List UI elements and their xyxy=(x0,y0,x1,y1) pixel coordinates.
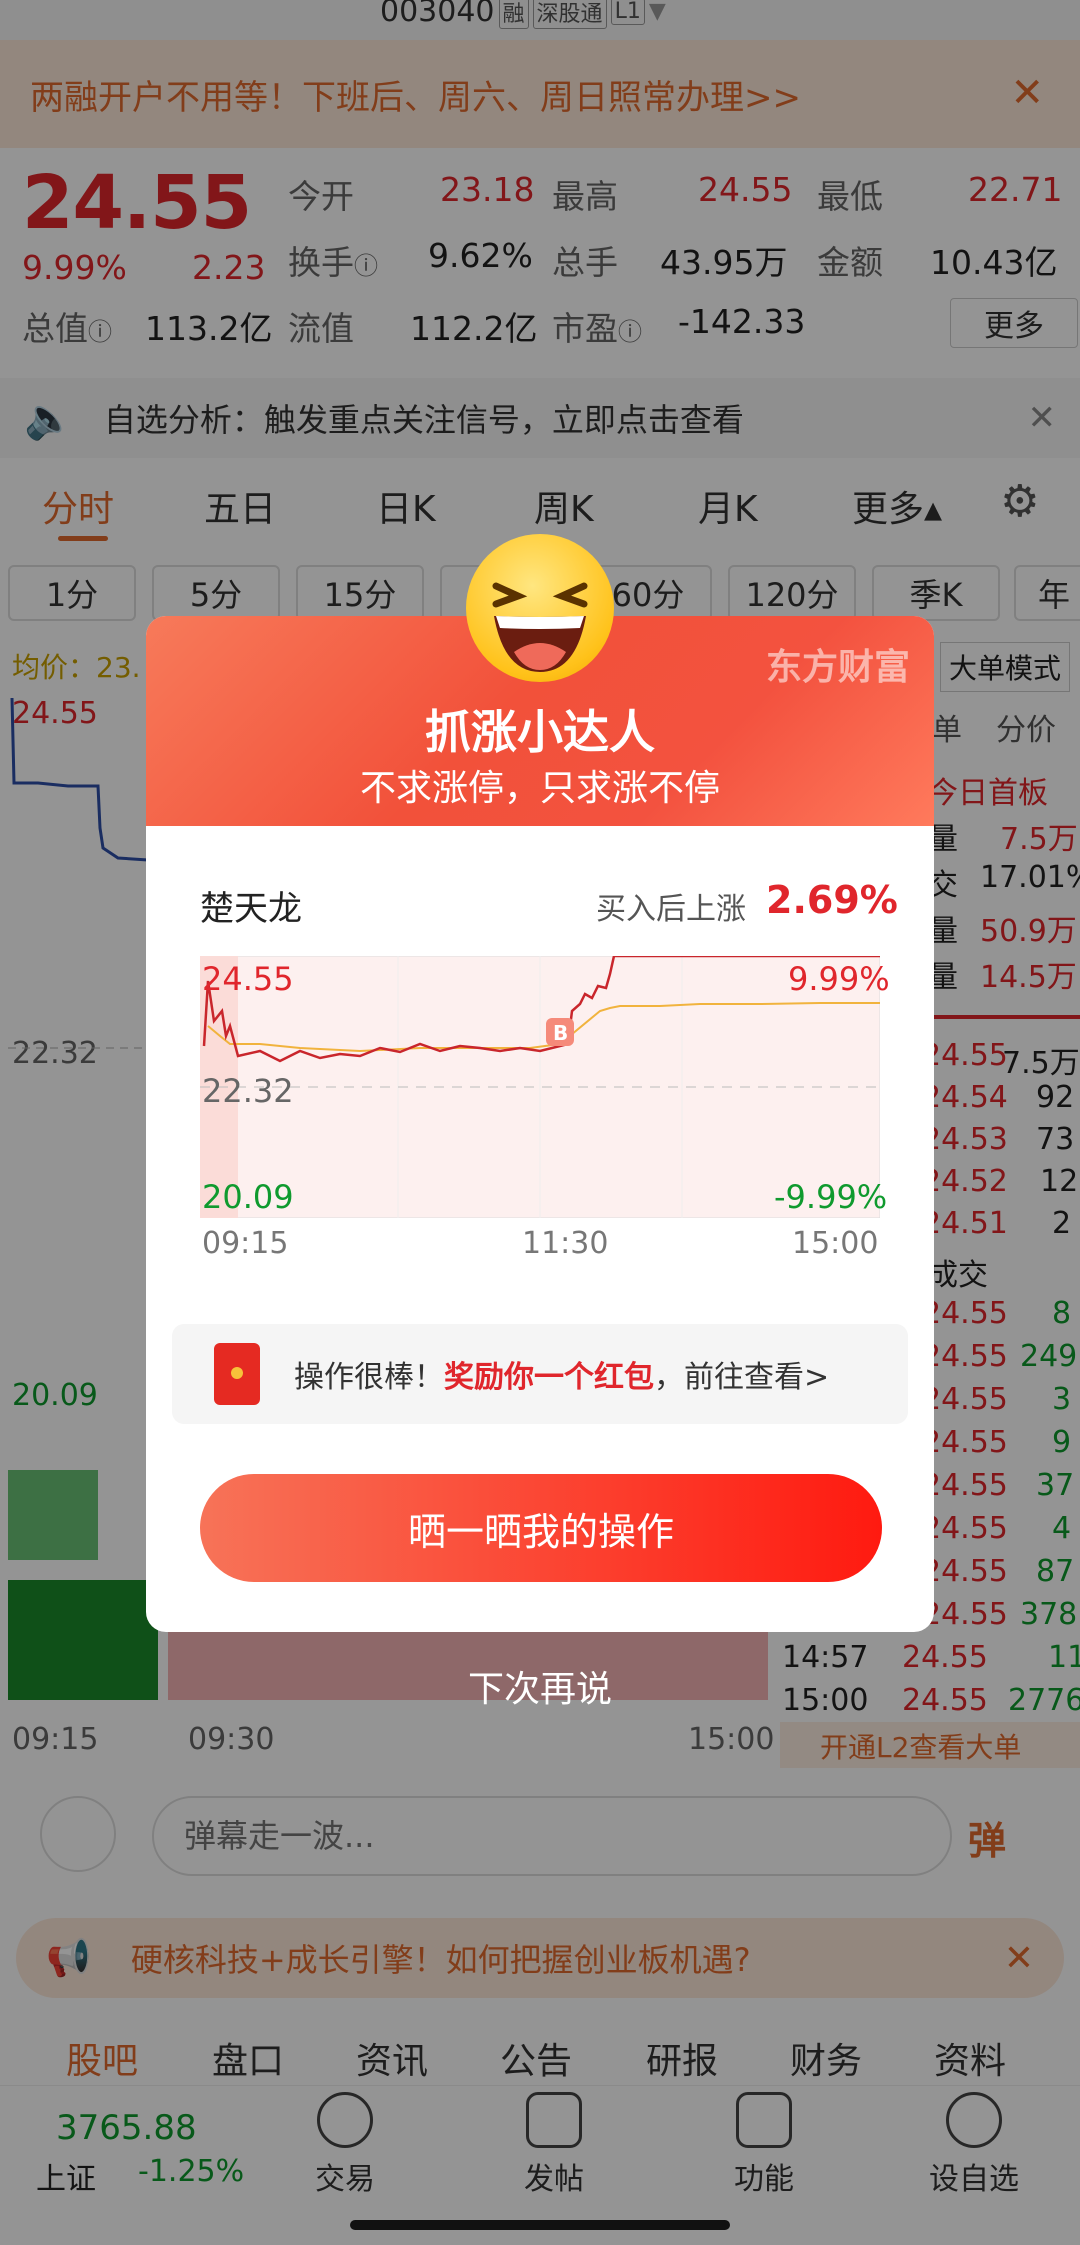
red-envelope-icon xyxy=(214,1343,260,1405)
mini-pct-bot: -9.99% xyxy=(774,1178,888,1216)
dismiss-link[interactable]: 下次再说 xyxy=(0,1660,1080,1712)
reward-suffix: ，前往查看> xyxy=(654,1360,830,1395)
mini-pct-top: 9.99% xyxy=(788,960,890,998)
laughing-emoji-icon xyxy=(466,534,614,682)
home-indicator xyxy=(350,2220,730,2230)
reward-highlight: 奖励你一个红包 xyxy=(444,1360,654,1395)
gain-value: 2.69% xyxy=(766,878,898,922)
mini-time-mid: 11:30 xyxy=(522,1226,609,1261)
reward-prefix: 操作很棒！ xyxy=(294,1360,444,1395)
stock-name: 楚天龙 xyxy=(200,889,302,929)
modal-subtitle: 不求涨停，只求涨不停 xyxy=(359,768,720,809)
achievement-modal: 东方财富 抓涨小达人 不求涨停，只求涨不停 楚天龙 买入后上涨 2.69% B … xyxy=(146,616,934,1632)
buy-marker-label: B xyxy=(553,1021,569,1045)
mini-time-end: 15:00 xyxy=(792,1226,879,1261)
mini-time-start: 09:15 xyxy=(202,1226,289,1261)
gain-label: 买入后上涨 xyxy=(596,892,746,927)
share-operation-button[interactable]: 晒一晒我的操作 xyxy=(200,1474,882,1582)
mini-y-top: 24.55 xyxy=(202,960,294,998)
mini-y-mid: 22.32 xyxy=(202,1072,294,1110)
mini-y-bot: 20.09 xyxy=(202,1178,294,1216)
modal-title: 抓涨小达人 xyxy=(425,705,655,759)
brand-logo: 东方财富 xyxy=(765,647,910,688)
red-envelope-reward[interactable]: 操作很棒！ 奖励你一个红包 ，前往查看> xyxy=(172,1324,908,1424)
